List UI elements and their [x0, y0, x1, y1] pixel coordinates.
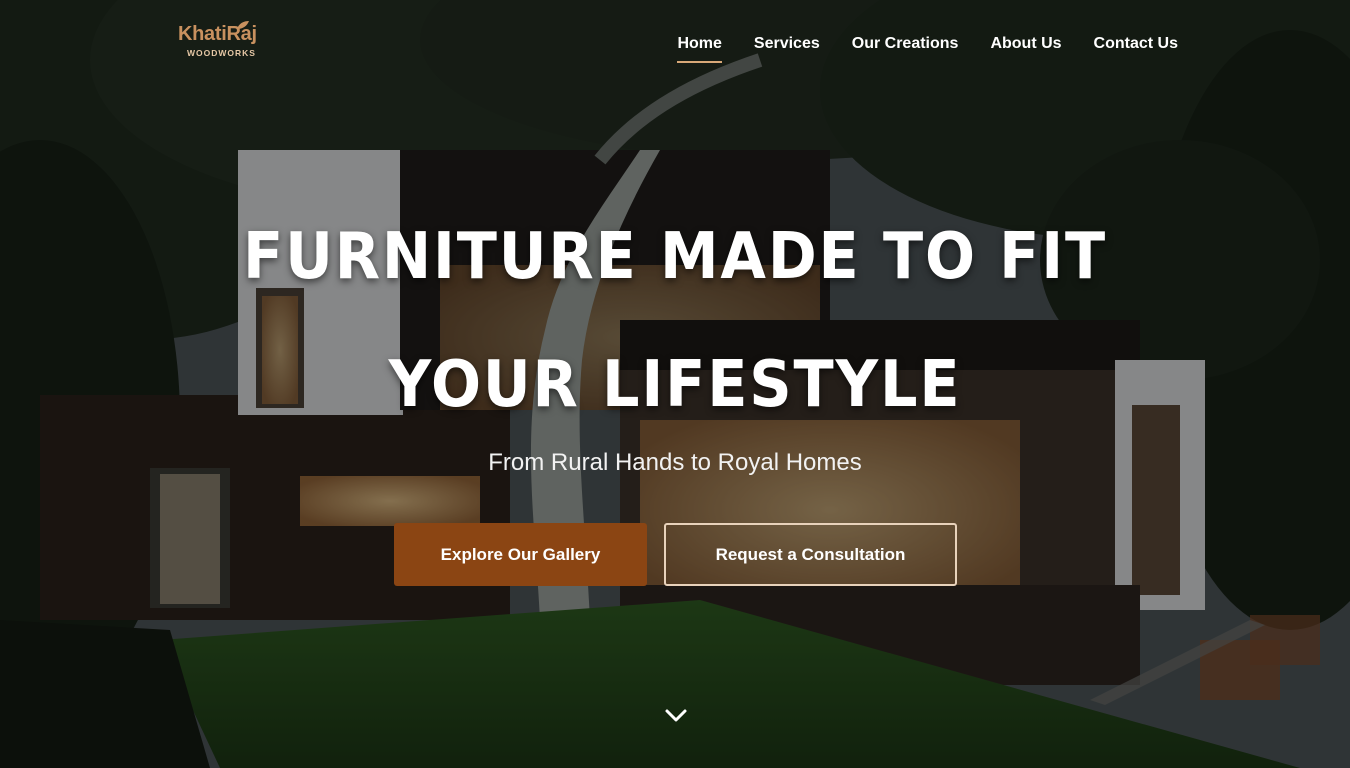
brand-tagline: WOODWORKS: [187, 48, 256, 58]
nav-item-services[interactable]: Services: [754, 33, 820, 55]
hero-headline-line-1: FURNITURE MADE TO FIT: [243, 220, 1107, 294]
brand-logo[interactable]: KhatiRaj WOODWORKS: [176, 21, 272, 62]
main-navigation: Home Services Our Creations About Us Con…: [677, 33, 1178, 63]
nav-item-about-us[interactable]: About Us: [990, 33, 1061, 55]
nav-item-our-creations[interactable]: Our Creations: [852, 33, 959, 55]
leaf-icon: [237, 21, 249, 29]
nav-item-contact-us[interactable]: Contact Us: [1094, 33, 1178, 55]
chevron-down-icon[interactable]: [663, 706, 689, 726]
request-consultation-button[interactable]: Request a Consultation: [664, 523, 957, 586]
hero-subtitle: From Rural Hands to Royal Homes: [488, 449, 862, 476]
hero-headline-line-2: YOUR LIFESTYLE: [388, 348, 962, 422]
explore-gallery-button[interactable]: Explore Our Gallery: [394, 523, 647, 586]
hero-headline: FURNITURE MADE TO FIT YOUR LIFESTYLE: [0, 193, 1350, 449]
nav-item-home[interactable]: Home: [677, 33, 723, 63]
